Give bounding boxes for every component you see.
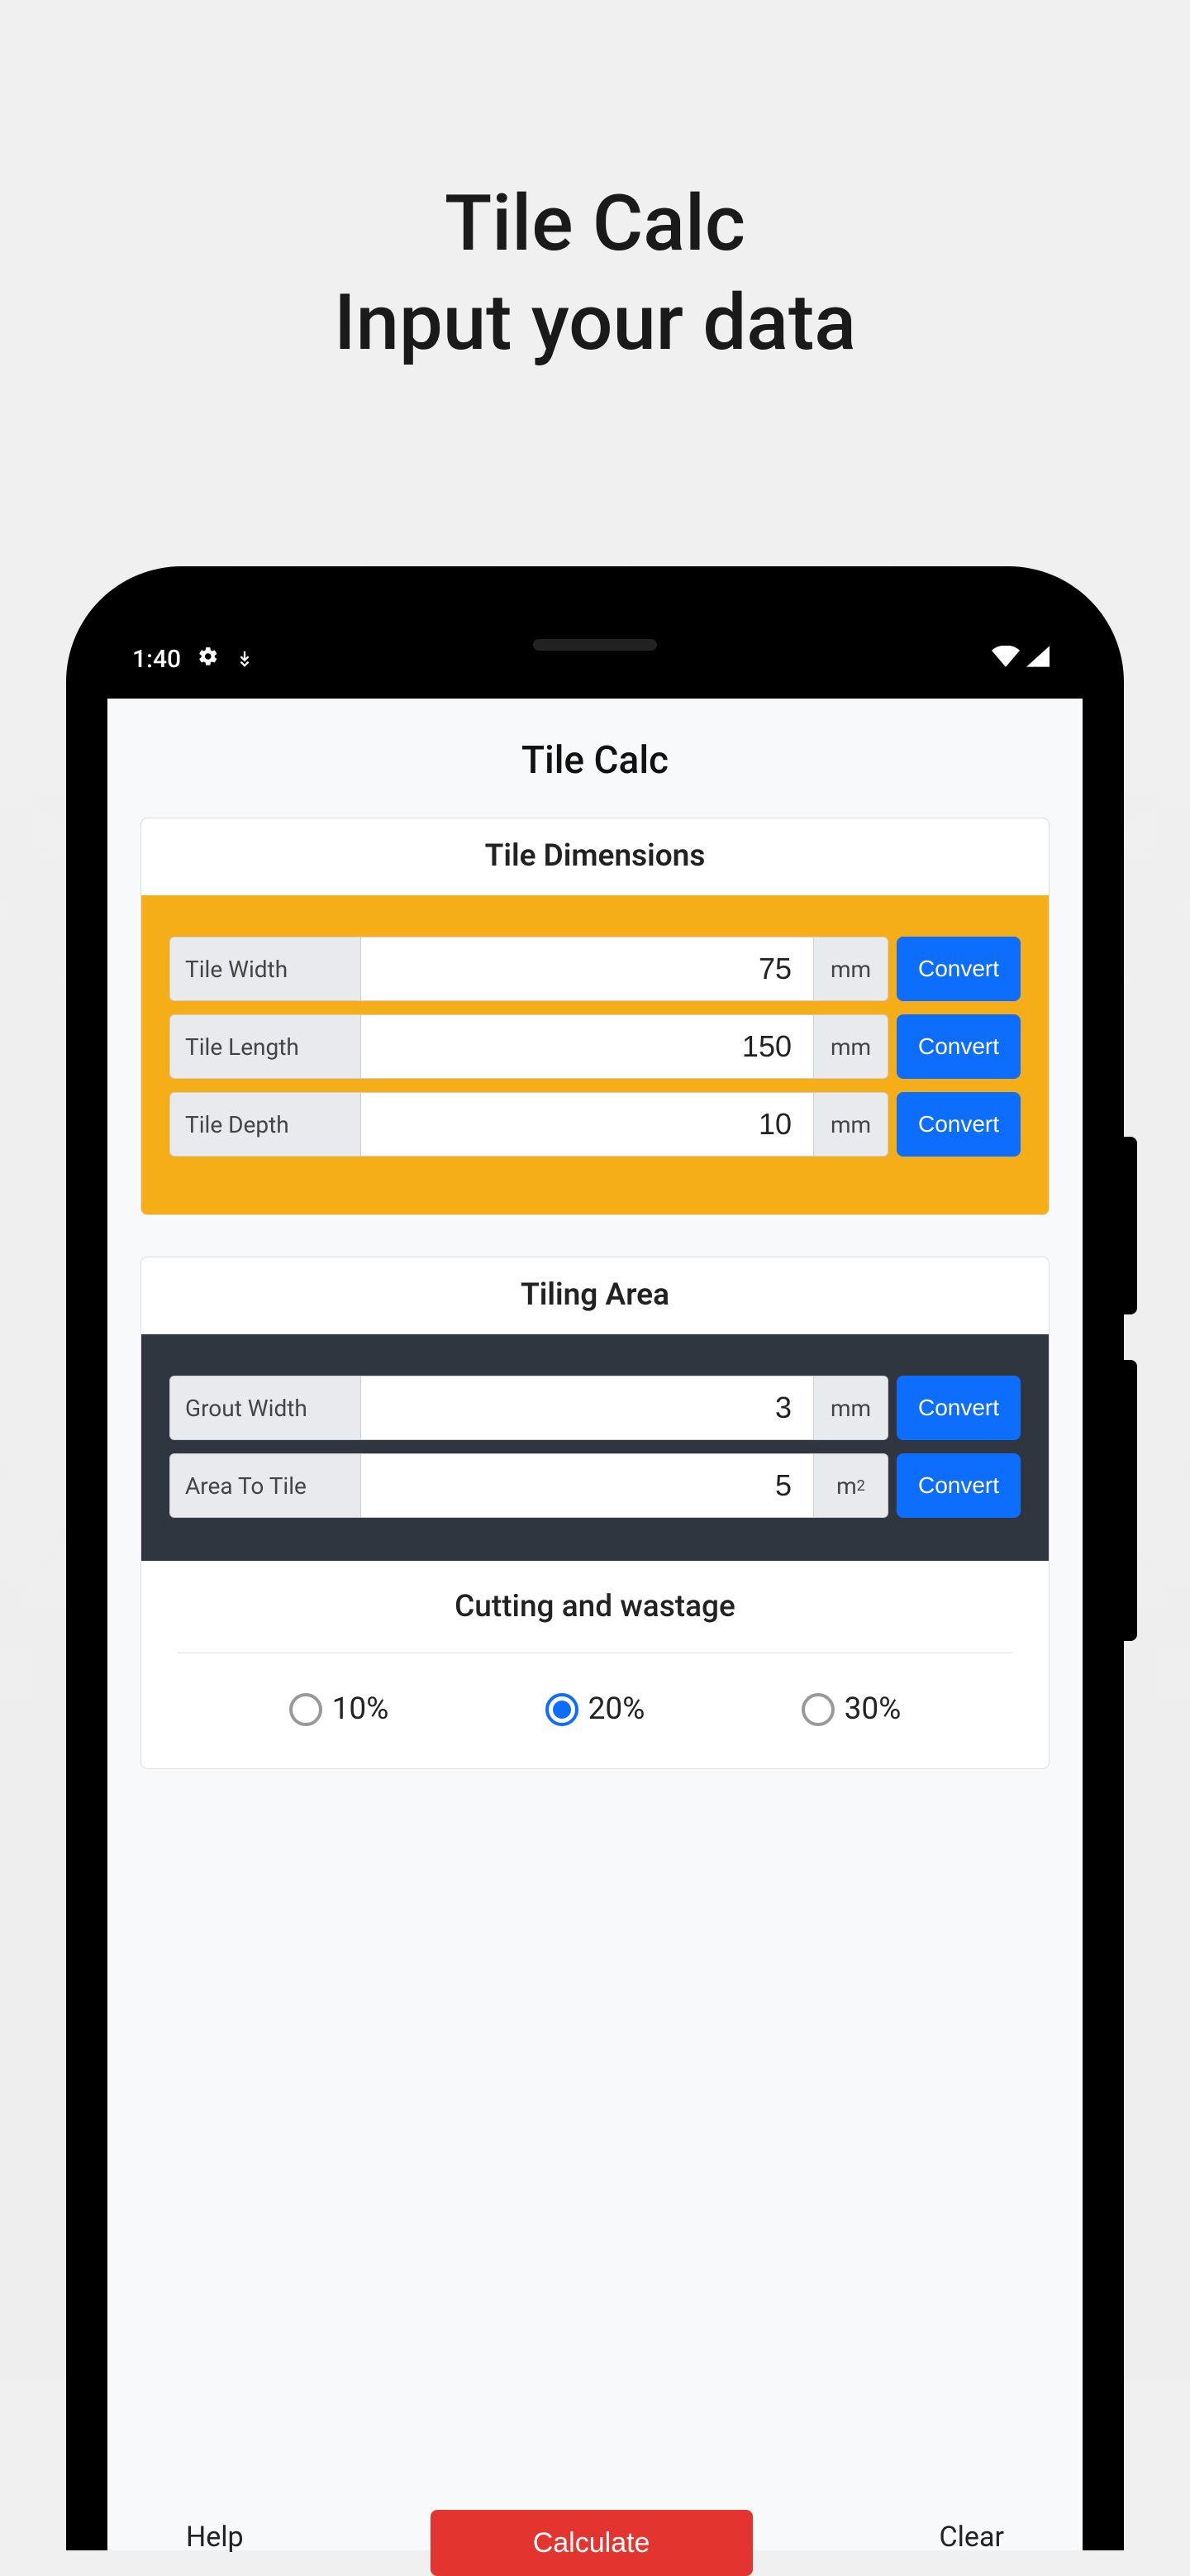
- download-icon: [236, 645, 254, 674]
- area-to-tile-input[interactable]: [361, 1453, 814, 1518]
- grout-width-unit: mm: [814, 1376, 888, 1440]
- wastage-title: Cutting and wastage: [178, 1589, 1012, 1653]
- bottom-action-bar: Help Calculate Clear: [107, 2514, 1083, 2550]
- phone-side-button: [1124, 1360, 1137, 1641]
- tile-length-row: Tile Length mm Convert: [169, 1014, 1021, 1079]
- wastage-option-20[interactable]: 20%: [545, 1691, 645, 1727]
- help-button[interactable]: Help: [186, 2514, 244, 2554]
- signal-icon: [1026, 645, 1050, 674]
- tile-width-input[interactable]: [361, 937, 814, 1001]
- tile-length-convert-button[interactable]: Convert: [897, 1014, 1021, 1079]
- gear-icon: [198, 645, 219, 674]
- tile-dimensions-panel: Tile Width mm Convert Tile Length mm Con…: [141, 895, 1049, 1214]
- tile-depth-label: Tile Depth: [169, 1092, 361, 1157]
- grout-width-label: Grout Width: [169, 1376, 361, 1440]
- wifi-icon: [992, 645, 1020, 674]
- app-title: Tile Calc: [107, 699, 1083, 818]
- tiling-area-card: Tiling Area Grout Width mm Convert Area …: [140, 1257, 1050, 1769]
- wastage-option-label: 20%: [588, 1691, 645, 1727]
- tile-length-input[interactable]: [361, 1014, 814, 1079]
- tile-depth-row: Tile Depth mm Convert: [169, 1092, 1021, 1157]
- tile-dimensions-card: Tile Dimensions Tile Width mm Convert Ti…: [140, 818, 1050, 1215]
- grout-width-input[interactable]: [361, 1376, 814, 1440]
- promo-heading-line1: Tile Calc: [445, 178, 745, 269]
- tile-width-unit: mm: [814, 937, 888, 1001]
- tile-dimensions-title: Tile Dimensions: [141, 818, 1049, 895]
- promo-heading: Tile Calc Input your data: [0, 0, 1190, 373]
- tile-width-row: Tile Width mm Convert: [169, 937, 1021, 1001]
- tile-width-convert-button[interactable]: Convert: [897, 937, 1021, 1001]
- radio-icon: [802, 1693, 835, 1726]
- wastage-option-30[interactable]: 30%: [802, 1691, 902, 1727]
- tile-depth-unit: mm: [814, 1092, 888, 1157]
- area-to-tile-unit: m2: [814, 1453, 888, 1518]
- calculate-button[interactable]: Calculate: [431, 2510, 753, 2576]
- tile-depth-input[interactable]: [361, 1092, 814, 1157]
- tile-length-unit: mm: [814, 1014, 888, 1079]
- tile-width-label: Tile Width: [169, 937, 361, 1001]
- radio-icon: [289, 1693, 322, 1726]
- area-to-tile-label: Area To Tile: [169, 1453, 361, 1518]
- radio-selected-icon: [545, 1693, 578, 1726]
- promo-heading-line2: Input your data: [334, 277, 856, 368]
- phone-frame: 1:40 Tile Calc Tile Dimensions Tile Widt…: [66, 566, 1124, 2550]
- wastage-options: 10% 20% 30%: [178, 1691, 1012, 1727]
- tiling-area-panel: Grout Width mm Convert Area To Tile m2 C…: [141, 1334, 1049, 1561]
- tile-length-label: Tile Length: [169, 1014, 361, 1079]
- area-to-tile-convert-button[interactable]: Convert: [897, 1453, 1021, 1518]
- phone-side-button: [1124, 1137, 1137, 1314]
- phone-notch: [533, 639, 657, 651]
- status-bar: 1:40: [107, 620, 1083, 699]
- grout-width-row: Grout Width mm Convert: [169, 1376, 1021, 1440]
- wastage-option-label: 10%: [332, 1691, 389, 1727]
- grout-width-convert-button[interactable]: Convert: [897, 1376, 1021, 1440]
- wastage-option-label: 30%: [845, 1691, 902, 1727]
- tiling-area-title: Tiling Area: [141, 1257, 1049, 1334]
- status-time: 1:40: [132, 645, 181, 674]
- area-to-tile-row: Area To Tile m2 Convert: [169, 1453, 1021, 1518]
- app-screen: Tile Calc Tile Dimensions Tile Width mm …: [107, 699, 1083, 2517]
- wastage-section: Cutting and wastage 10% 20% 30%: [141, 1561, 1049, 1768]
- clear-button[interactable]: Clear: [940, 2514, 1004, 2554]
- wastage-option-10[interactable]: 10%: [289, 1691, 389, 1727]
- tile-depth-convert-button[interactable]: Convert: [897, 1092, 1021, 1157]
